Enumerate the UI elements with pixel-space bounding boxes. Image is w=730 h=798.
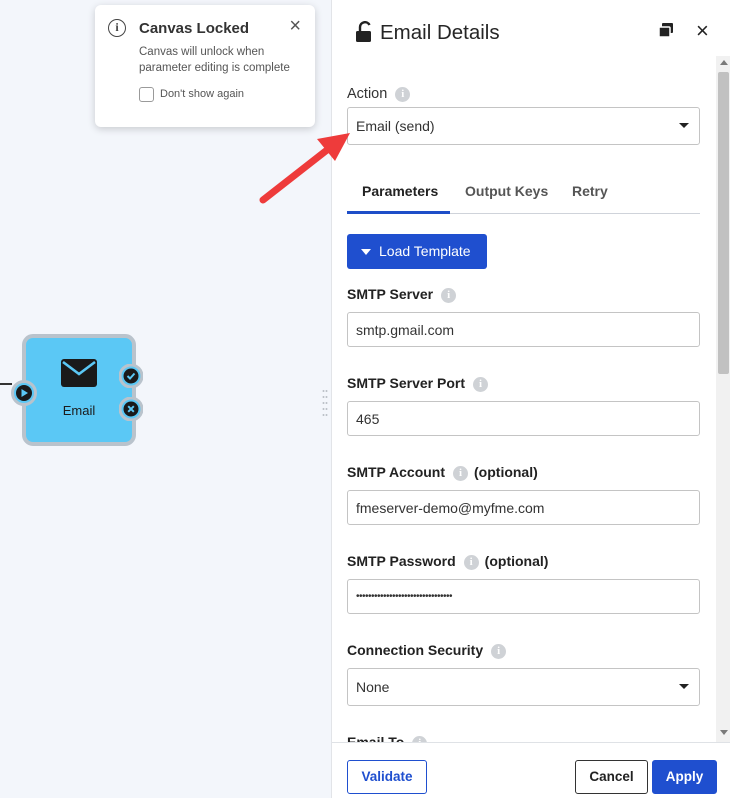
node-shape	[22, 334, 136, 446]
active-tab-indicator	[347, 211, 450, 214]
action-select[interactable]: Email (send)	[347, 107, 700, 145]
tab-bar: Parameters Output Keys Retry	[347, 174, 700, 214]
scroll-down-arrow-icon[interactable]	[720, 730, 728, 735]
notification-title: Canvas Locked	[139, 20, 250, 37]
connection-security-label-text: Connection Security	[347, 642, 484, 658]
info-icon[interactable]: i	[395, 87, 411, 102]
workflow-canvas[interactable]: i Canvas Locked × Canvas will unlock whe…	[0, 0, 331, 798]
smtp-account-label: SMTP Account i (optional)	[347, 464, 538, 481]
connection-security-label: Connection Security i	[347, 642, 507, 659]
caret-down-icon	[361, 249, 371, 255]
panel-footer: Validate Cancel Apply	[332, 742, 730, 798]
smtp-account-input[interactable]: fmeserver-demo@myfme.com	[347, 490, 700, 525]
smtp-password-label: SMTP Password i (optional)	[347, 553, 548, 570]
tab-parameters[interactable]: Parameters	[362, 183, 438, 199]
scrollbar-thumb[interactable]	[718, 72, 729, 374]
panel-title: Email Details	[380, 21, 500, 44]
info-icon[interactable]: i	[463, 555, 479, 570]
info-icon: i	[108, 19, 126, 37]
info-icon[interactable]: i	[453, 466, 469, 481]
dont-show-again-checkbox[interactable]	[139, 87, 154, 102]
notification-message: Canvas will unlock when parameter editin…	[139, 46, 290, 74]
annotation-arrow	[259, 133, 350, 204]
info-icon[interactable]: i	[441, 288, 457, 303]
load-template-button[interactable]: Load Template	[347, 234, 487, 269]
panel-resize-handle[interactable]	[322, 388, 328, 420]
dont-show-again-label: Don't show again	[160, 88, 245, 100]
action-select-value: Email (send)	[356, 118, 435, 134]
connection-security-select[interactable]: None	[347, 668, 700, 706]
tab-retry[interactable]: Retry	[572, 183, 608, 199]
success-port-check-icon[interactable]	[119, 364, 143, 388]
action-label: Action i	[347, 86, 411, 102]
smtp-port-label: SMTP Server Port i	[347, 375, 489, 392]
load-template-label: Load Template	[379, 243, 471, 259]
validate-button[interactable]: Validate	[347, 760, 427, 794]
action-label-text: Action	[347, 86, 388, 102]
info-icon[interactable]: i	[473, 377, 489, 392]
optional-tag: (optional)	[474, 464, 538, 480]
smtp-port-label-text: SMTP Server Port	[347, 375, 466, 391]
smtp-port-input[interactable]: 465	[347, 401, 700, 436]
connection-security-value: None	[356, 679, 390, 695]
input-port-play-icon[interactable]	[11, 380, 37, 406]
panel-scrollbar[interactable]	[716, 56, 730, 742]
smtp-password-input[interactable]: ••••••••••••••••••••••••••••••••	[347, 579, 700, 614]
scroll-up-arrow-icon[interactable]	[720, 60, 728, 65]
smtp-server-input[interactable]: smtp.gmail.com	[347, 312, 700, 347]
close-panel-icon[interactable]: ×	[696, 18, 709, 44]
caret-down-icon	[679, 123, 689, 128]
apply-button[interactable]: Apply	[652, 760, 717, 794]
close-icon[interactable]: ×	[289, 16, 301, 36]
unlocked-padlock-icon	[356, 21, 371, 42]
cancel-button[interactable]: Cancel	[575, 760, 648, 794]
email-action-node[interactable]: Email	[11, 333, 143, 447]
email-to-label-text: Email To	[347, 734, 405, 742]
info-icon[interactable]: i	[491, 644, 507, 659]
smtp-account-label-text: SMTP Account	[347, 464, 446, 480]
mail-icon	[61, 359, 97, 387]
caret-down-icon	[679, 684, 689, 689]
email-to-label: Email Toi	[347, 734, 428, 742]
panel-scroll-area[interactable]: Action i Email (send) Parameters Output K…	[332, 56, 730, 742]
optional-tag: (optional)	[484, 553, 549, 569]
canvas-locked-notification: i Canvas Locked × Canvas will unlock whe…	[95, 5, 315, 127]
email-details-panel: Email Details × Action i Email (send) Par…	[331, 0, 730, 798]
tab-output-keys[interactable]: Output Keys	[465, 183, 548, 199]
smtp-server-label-text: SMTP Server	[347, 286, 434, 302]
smtp-password-label-text: SMTP Password	[347, 553, 456, 569]
smtp-server-label: SMTP Server i	[347, 286, 457, 303]
popout-window-icon[interactable]	[658, 22, 674, 38]
failure-port-x-icon[interactable]	[119, 397, 143, 421]
panel-header: Email Details ×	[332, 0, 730, 64]
